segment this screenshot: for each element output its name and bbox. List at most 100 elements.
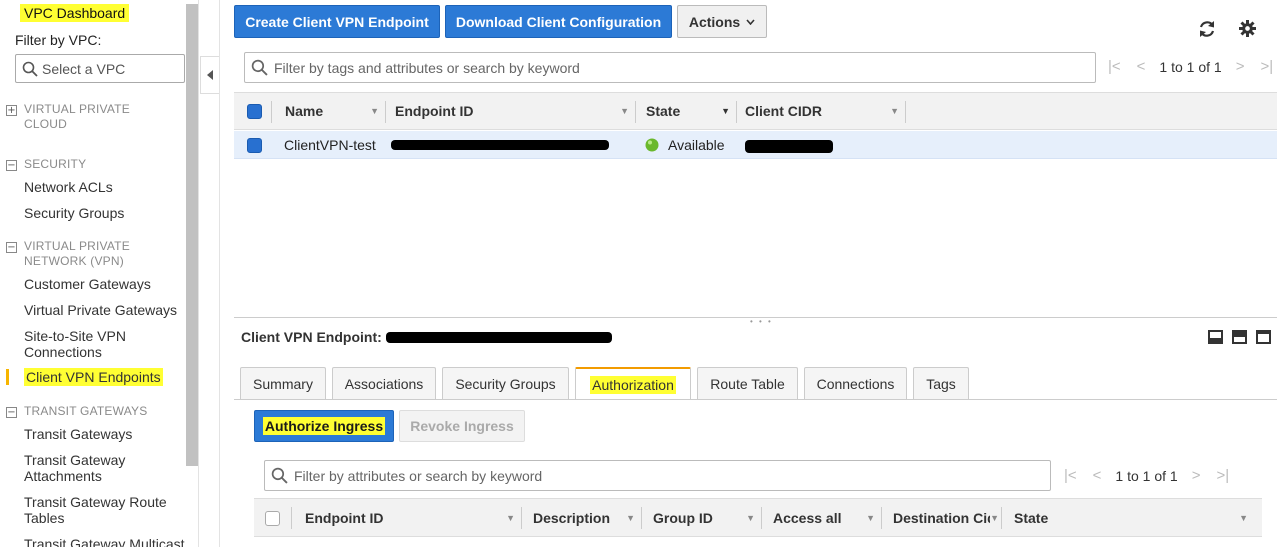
column-separator (905, 101, 906, 123)
sidebar-item-network-acls[interactable]: Network ACLs (24, 179, 184, 195)
column-header-endpoint-id[interactable]: Endpoint ID ▼ (395, 93, 635, 129)
next-page-icon[interactable]: > (1192, 467, 1201, 484)
sidebar-scrollbar[interactable] (186, 4, 198, 466)
last-page-icon[interactable]: >| (1216, 467, 1229, 484)
layout-full-icon[interactable] (1256, 330, 1271, 344)
sidebar-group-title: VIRTUAL PRIVATE NETWORK (VPN) (24, 239, 130, 268)
tab-baseline (234, 399, 1277, 400)
select-all-checkbox[interactable] (265, 511, 280, 526)
sidebar-group-transit[interactable]: − TRANSIT GATEWAYS (6, 404, 147, 419)
tab-associations[interactable]: Associations (332, 367, 436, 399)
first-page-icon[interactable]: |< (1064, 467, 1077, 484)
sidebar-item-virtual-private-gateways[interactable]: Virtual Private Gateways (24, 302, 184, 318)
column-separator (521, 507, 522, 529)
refresh-icon[interactable] (1197, 19, 1217, 39)
column-header-label: State (646, 103, 681, 119)
collapse-icon[interactable]: − (6, 407, 17, 418)
tab-security-groups[interactable]: Security Groups (442, 367, 569, 399)
sidebar-group-vpc[interactable]: + VIRTUAL PRIVATE CLOUD (6, 102, 149, 132)
table-row[interactable] (254, 538, 1262, 547)
revoke-ingress-button[interactable]: Revoke Ingress (399, 410, 525, 442)
sort-caret-icon: ▼ (1239, 512, 1248, 523)
column-header-description[interactable]: Description ▼ (533, 499, 641, 536)
column-separator (271, 101, 272, 123)
sidebar-group-security[interactable]: − SECURITY (6, 157, 86, 172)
collapse-icon[interactable]: − (6, 160, 17, 171)
tab-tags[interactable]: Tags (913, 367, 969, 399)
sidebar-group-title: SECURITY (24, 157, 87, 171)
expand-icon[interactable]: + (6, 105, 17, 116)
column-header-endpoint-id[interactable]: Endpoint ID ▼ (305, 499, 521, 536)
select-all-checkbox[interactable] (247, 104, 262, 119)
column-header-label: Endpoint ID (395, 103, 474, 119)
layout-split-icon[interactable] (1232, 330, 1247, 344)
sidebar-item-security-groups[interactable]: Security Groups (24, 205, 184, 221)
column-separator (635, 101, 636, 123)
sort-caret-icon: ▼ (866, 512, 875, 523)
active-item-marker (6, 369, 9, 385)
column-header-destination-cidr[interactable]: Destination Cid ▼ (893, 499, 1001, 536)
column-separator (761, 507, 762, 529)
row-checkbox[interactable] (247, 138, 262, 153)
sidebar-group-title: TRANSIT GATEWAYS (24, 404, 148, 418)
authorize-ingress-button[interactable]: Authorize Ingress (254, 410, 394, 442)
sidebar-item-customer-gateways[interactable]: Customer Gateways (24, 276, 184, 292)
layout-bottom-icon[interactable] (1208, 330, 1223, 344)
sort-caret-icon: ▼ (626, 512, 635, 523)
last-page-icon[interactable]: >| (1260, 58, 1273, 75)
prev-page-icon[interactable]: < (1093, 467, 1102, 484)
collapse-sidebar-button[interactable] (200, 56, 220, 94)
sort-caret-icon: ▼ (890, 106, 899, 116)
column-header-label: Name (285, 103, 324, 119)
gear-icon[interactable] (1239, 20, 1256, 37)
sidebar-item-tgw-attachments[interactable]: Transit Gateway Attachments (24, 452, 144, 484)
column-header-client-cidr[interactable]: Client CIDR ▼ (745, 93, 905, 129)
main-filter-input[interactable]: Filter by tags and attributes or search … (244, 52, 1096, 83)
column-header-state[interactable]: State ▼ (1014, 499, 1254, 536)
download-client-configuration-button[interactable]: Download Client Configuration (445, 5, 672, 38)
create-client-vpn-endpoint-button[interactable]: Create Client VPN Endpoint (234, 5, 440, 38)
column-separator (291, 507, 292, 529)
column-header-name[interactable]: Name ▼ (285, 93, 385, 129)
sidebar-item-tgw-multicast[interactable]: Transit Gateway Multicast (24, 536, 194, 547)
table-row[interactable]: ClientVPN-test Available (234, 131, 1277, 159)
main-table-header: Name ▼ Endpoint ID ▼ State ▼ Client CIDR ▼ (234, 92, 1277, 130)
row-state-label: Available (668, 137, 725, 153)
column-header-group-id[interactable]: Group ID ▼ (653, 499, 761, 536)
splitter-handle-icon[interactable]: • • • (750, 317, 773, 326)
chevron-left-icon (207, 70, 213, 80)
next-page-icon[interactable]: > (1236, 58, 1245, 75)
main-filter-placeholder: Filter by tags and attributes or search … (274, 59, 580, 76)
tab-authorization[interactable]: Authorization (575, 367, 691, 400)
chevron-down-icon (746, 18, 755, 25)
redacted-endpoint-name (386, 332, 612, 343)
collapse-icon[interactable]: − (6, 242, 17, 253)
tab-connections[interactable]: Connections (804, 367, 907, 399)
row-state: Available (645, 131, 725, 159)
sidebar-group-vpn[interactable]: − VIRTUAL PRIVATE NETWORK (VPN) (6, 239, 149, 269)
sidebar-item-transit-gateways[interactable]: Transit Gateways (24, 426, 184, 442)
first-page-icon[interactable]: |< (1108, 58, 1121, 75)
tab-route-table[interactable]: Route Table (697, 367, 798, 399)
column-header-state[interactable]: State ▼ (646, 93, 736, 129)
actions-dropdown-button[interactable]: Actions (677, 5, 767, 38)
tab-label: Authorization (590, 375, 676, 394)
vpc-select-input[interactable]: Select a VPC (15, 54, 185, 83)
sort-caret-icon: ▼ (746, 512, 755, 523)
sidebar-item-site-to-site-vpn[interactable]: Site-to-Site VPN Connections (24, 328, 144, 360)
filter-by-vpc-label: Filter by VPC: (15, 32, 102, 48)
tab-summary[interactable]: Summary (240, 367, 326, 399)
status-available-icon (645, 138, 659, 152)
sidebar-item-client-vpn-endpoints[interactable]: Client VPN Endpoints (24, 368, 163, 386)
sidebar-item-tgw-route-tables[interactable]: Transit Gateway Route Tables (24, 494, 174, 526)
sidebar-vpc-dashboard-link[interactable]: VPC Dashboard (20, 4, 130, 22)
column-separator (736, 101, 737, 123)
details-filter-placeholder: Filter by attributes or search by keywor… (294, 467, 543, 484)
sort-caret-icon: ▼ (370, 106, 379, 116)
column-header-access-all[interactable]: Access all ▼ (773, 499, 881, 536)
details-filter-input[interactable]: Filter by attributes or search by keywor… (264, 460, 1051, 491)
column-header-label: Access all (773, 509, 842, 526)
prev-page-icon[interactable]: < (1137, 58, 1146, 75)
redacted-client-cidr (745, 140, 833, 153)
search-icon (22, 61, 38, 77)
